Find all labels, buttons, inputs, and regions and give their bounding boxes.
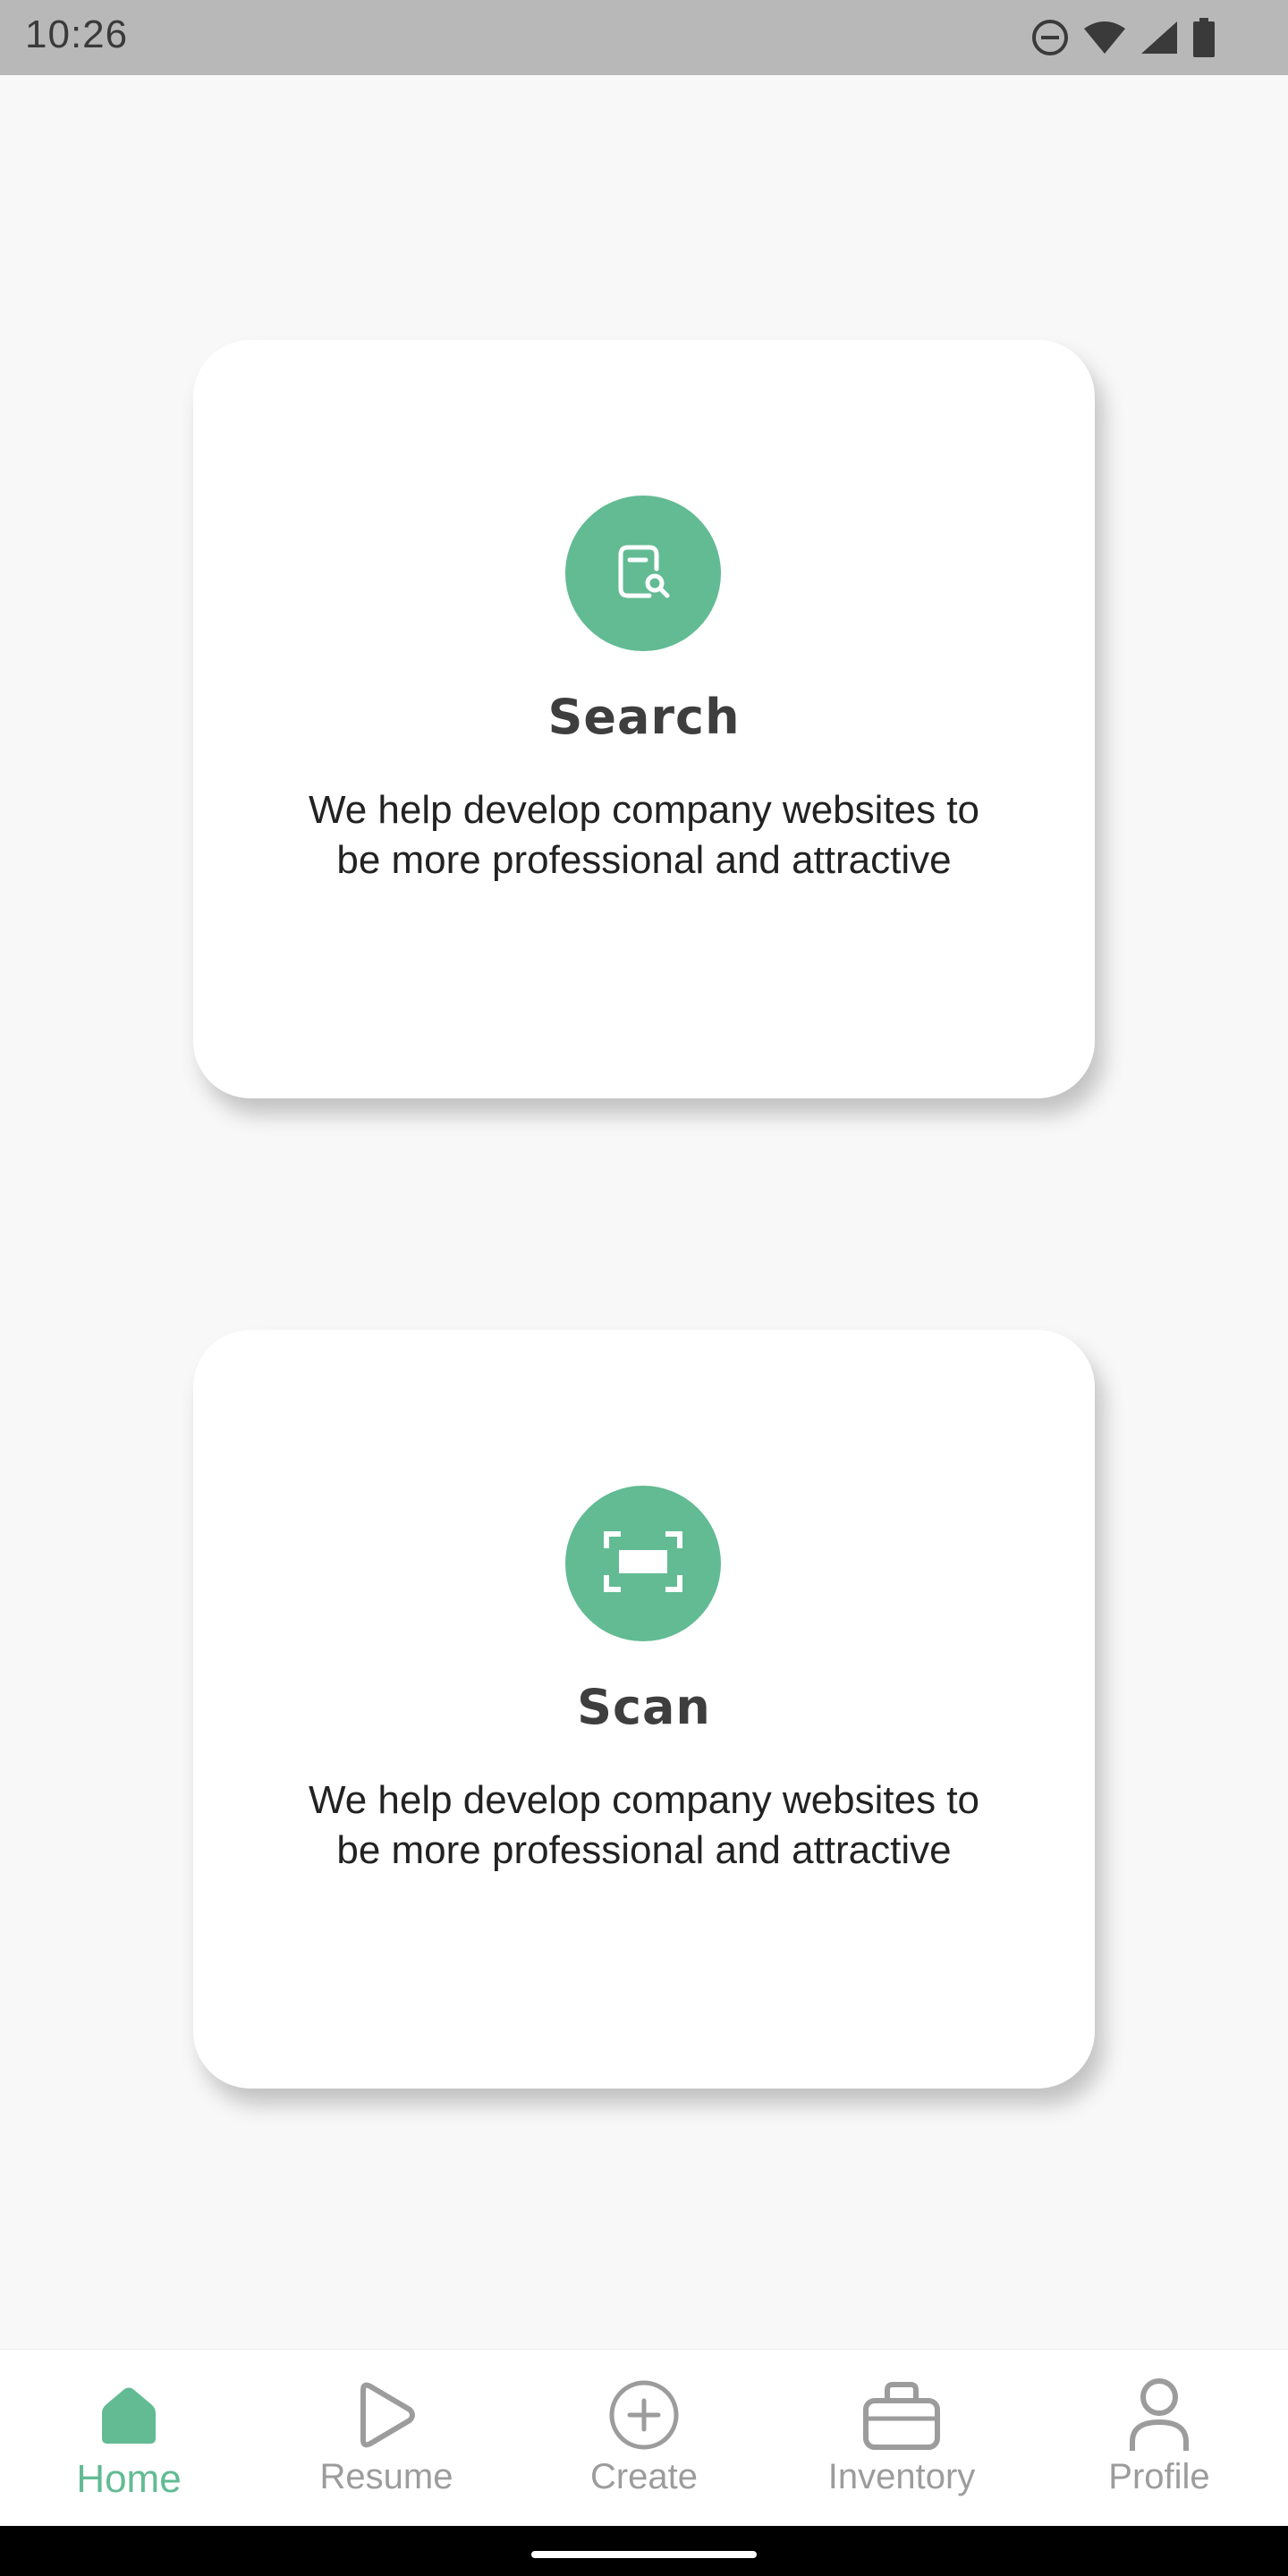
gesture-handle[interactable]: [531, 2551, 757, 2558]
document-search-icon: [610, 538, 676, 609]
battery-icon: [1191, 18, 1216, 57]
nav-label-create: Create: [589, 2457, 699, 2496]
app-screen: 10:26 Search We help develop company web…: [0, 0, 1288, 2576]
scan-frame-icon: [603, 1530, 683, 1597]
nav-item-inventory[interactable]: Inventory: [773, 2350, 1030, 2527]
signal-icon: [1140, 20, 1179, 55]
nav-label-home: Home: [76, 2457, 182, 2501]
nav-item-create[interactable]: Create: [515, 2350, 773, 2527]
user-icon: [1127, 2377, 1191, 2453]
play-icon: [354, 2377, 419, 2453]
search-card[interactable]: Search We help develop company websites …: [193, 340, 1095, 1098]
nav-item-profile[interactable]: Profile: [1030, 2350, 1288, 2527]
scan-icon-circle: [565, 1486, 721, 1641]
wifi-icon: [1082, 20, 1127, 55]
do-not-disturb-icon: [1030, 18, 1070, 57]
nav-item-resume[interactable]: Resume: [258, 2350, 515, 2527]
status-bar: 10:26: [0, 0, 1288, 75]
nav-label-resume: Resume: [319, 2457, 453, 2496]
search-card-title: Search: [547, 689, 741, 745]
plus-circle-icon: [608, 2377, 680, 2453]
scan-card-description: We help develop company websites to be m…: [308, 1778, 980, 1872]
search-card-description: We help develop company websites to be m…: [308, 788, 980, 882]
scan-card-title: Scan: [577, 1679, 711, 1735]
system-gesture-area: [0, 2526, 1288, 2576]
nav-label-profile: Profile: [1108, 2457, 1210, 2496]
scan-card[interactable]: Scan We help develop company websites to…: [193, 1330, 1095, 2089]
bottom-navigation: Home Resume Create Inventory Profile: [0, 2349, 1288, 2527]
search-icon-circle: [565, 496, 721, 651]
home-icon: [97, 2377, 161, 2453]
nav-label-inventory: Inventory: [827, 2457, 976, 2496]
status-time: 10:26: [25, 13, 129, 56]
status-icons: [1030, 16, 1216, 59]
briefcase-icon: [862, 2377, 941, 2453]
nav-item-home[interactable]: Home: [0, 2350, 258, 2527]
